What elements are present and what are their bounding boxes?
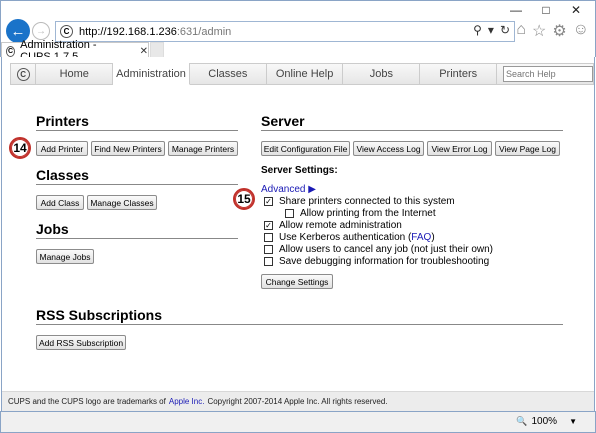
add-class-button[interactable]: Add Class [36, 195, 84, 210]
cancel-any-job-label: Allow users to cancel any job (not just … [279, 244, 493, 255]
kerberos-label-suffix: ) [431, 232, 435, 243]
step-badge-14: 14 [9, 137, 31, 159]
share-printers-label: Share printers connected to this system [279, 196, 455, 207]
zoom-dropdown-icon[interactable]: ▼ [569, 417, 577, 426]
allow-internet-label: Allow printing from the Internet [300, 208, 436, 219]
find-new-printers-button[interactable]: Find New Printers [91, 141, 165, 156]
footer-suffix: Copyright 2007-2014 Apple Inc. All right… [207, 397, 388, 406]
dropdown-icon[interactable]: ▾ [488, 23, 494, 37]
cups-admin-page: C Home Administration Classes Online Hel… [1, 57, 595, 411]
kerberos-label-prefix: Use Kerberos authentication ( [279, 232, 412, 243]
change-settings-button[interactable]: Change Settings [261, 274, 333, 289]
server-settings-label: Server Settings: [261, 165, 338, 176]
kerberos-checkbox[interactable] [264, 233, 273, 242]
nav-jobs[interactable]: Jobs [343, 64, 421, 84]
search-icon[interactable]: ⚲ [473, 23, 482, 37]
step-badge-15: 15 [233, 188, 255, 210]
feedback-smiley-icon[interactable]: ☺ [573, 21, 589, 41]
option-kerberos[interactable]: Use Kerberos authentication (FAQ) [264, 232, 435, 243]
cups-tab-icon: C [6, 45, 16, 57]
browser-status-bar: 🔍 100% ▼ [0, 411, 596, 433]
zoom-control[interactable]: 🔍 100% ▼ [516, 416, 577, 427]
option-remote-admin[interactable]: ✓ Allow remote administration [264, 220, 402, 231]
browser-chrome: — □ ✕ ← → C http://192.168.1.236:631/adm… [0, 0, 596, 63]
new-tab-button[interactable] [150, 42, 164, 58]
view-access-log-button[interactable]: View Access Log [353, 141, 424, 156]
cancel-any-job-checkbox[interactable] [264, 245, 273, 254]
view-page-log-button[interactable]: View Page Log [495, 141, 560, 156]
view-error-log-button[interactable]: View Error Log [427, 141, 492, 156]
cups-nav-bar: C Home Administration Classes Online Hel… [10, 63, 594, 85]
share-printers-checkbox[interactable]: ✓ [264, 197, 273, 206]
server-divider [261, 130, 563, 131]
maximize-icon[interactable]: □ [531, 1, 561, 19]
tab-close-icon[interactable]: ✕ [140, 46, 148, 57]
remote-admin-checkbox[interactable]: ✓ [264, 221, 273, 230]
add-printer-button[interactable]: Add Printer [36, 141, 88, 156]
faq-link[interactable]: FAQ [411, 232, 431, 243]
rss-heading: RSS Subscriptions [36, 307, 163, 323]
manage-printers-button[interactable]: Manage Printers [168, 141, 238, 156]
debug-logging-label: Save debugging information for troublesh… [279, 256, 490, 267]
nav-administration[interactable]: Administration [113, 63, 190, 85]
edit-configuration-file-button[interactable]: Edit Configuration File [261, 141, 350, 156]
remote-admin-label: Allow remote administration [279, 220, 402, 231]
cups-logo-cell[interactable]: C [11, 64, 37, 84]
classes-divider [36, 184, 238, 185]
printers-heading: Printers [36, 113, 89, 129]
home-icon[interactable]: ⌂ [516, 21, 526, 41]
manage-classes-button[interactable]: Manage Classes [87, 195, 157, 210]
jobs-heading: Jobs [36, 221, 69, 237]
nav-classes[interactable]: Classes [190, 64, 267, 84]
nav-online-help[interactable]: Online Help [267, 64, 344, 84]
cups-logo-icon: C [16, 67, 30, 81]
nav-printers[interactable]: Printers [420, 64, 498, 84]
search-help-input[interactable] [503, 66, 594, 82]
zoom-level: 100% [531, 416, 558, 427]
debug-logging-checkbox[interactable] [264, 257, 273, 266]
advanced-link[interactable]: Advanced ▶ [261, 184, 316, 195]
apple-link[interactable]: Apple Inc. [169, 397, 205, 406]
url-host: http://192.168.1.236 [79, 25, 177, 38]
url-path: :631/admin [176, 25, 232, 38]
nav-home[interactable]: Home [36, 64, 114, 84]
printers-divider [36, 130, 238, 131]
minimize-icon[interactable]: — [501, 1, 531, 19]
favorites-star-icon[interactable]: ☆ [532, 21, 546, 41]
forward-button[interactable]: → [32, 22, 50, 40]
settings-gear-icon[interactable]: ⚙ [552, 21, 566, 41]
zoom-icon: 🔍 [516, 416, 528, 426]
manage-jobs-button[interactable]: Manage Jobs [36, 249, 94, 264]
page-footer: CUPS and the CUPS logo are trademarks of… [2, 391, 594, 411]
cups-favicon-icon: C [60, 25, 73, 38]
window-controls: — □ ✕ [501, 1, 591, 19]
option-cancel-any-job[interactable]: Allow users to cancel any job (not just … [264, 244, 493, 255]
refresh-icon[interactable]: ↻ [500, 23, 510, 37]
jobs-divider [36, 238, 238, 239]
server-heading: Server [261, 113, 305, 129]
classes-heading: Classes [36, 167, 89, 183]
footer-prefix: CUPS and the CUPS logo are trademarks of [8, 397, 166, 406]
close-icon[interactable]: ✕ [561, 1, 591, 19]
allow-internet-checkbox[interactable] [285, 209, 294, 218]
option-allow-internet[interactable]: Allow printing from the Internet [285, 208, 436, 219]
add-rss-subscription-button[interactable]: Add RSS Subscription [36, 335, 126, 350]
option-share-printers[interactable]: ✓ Share printers connected to this syste… [264, 196, 455, 207]
rss-divider [36, 324, 563, 325]
option-debug-logging[interactable]: Save debugging information for troublesh… [264, 256, 489, 267]
